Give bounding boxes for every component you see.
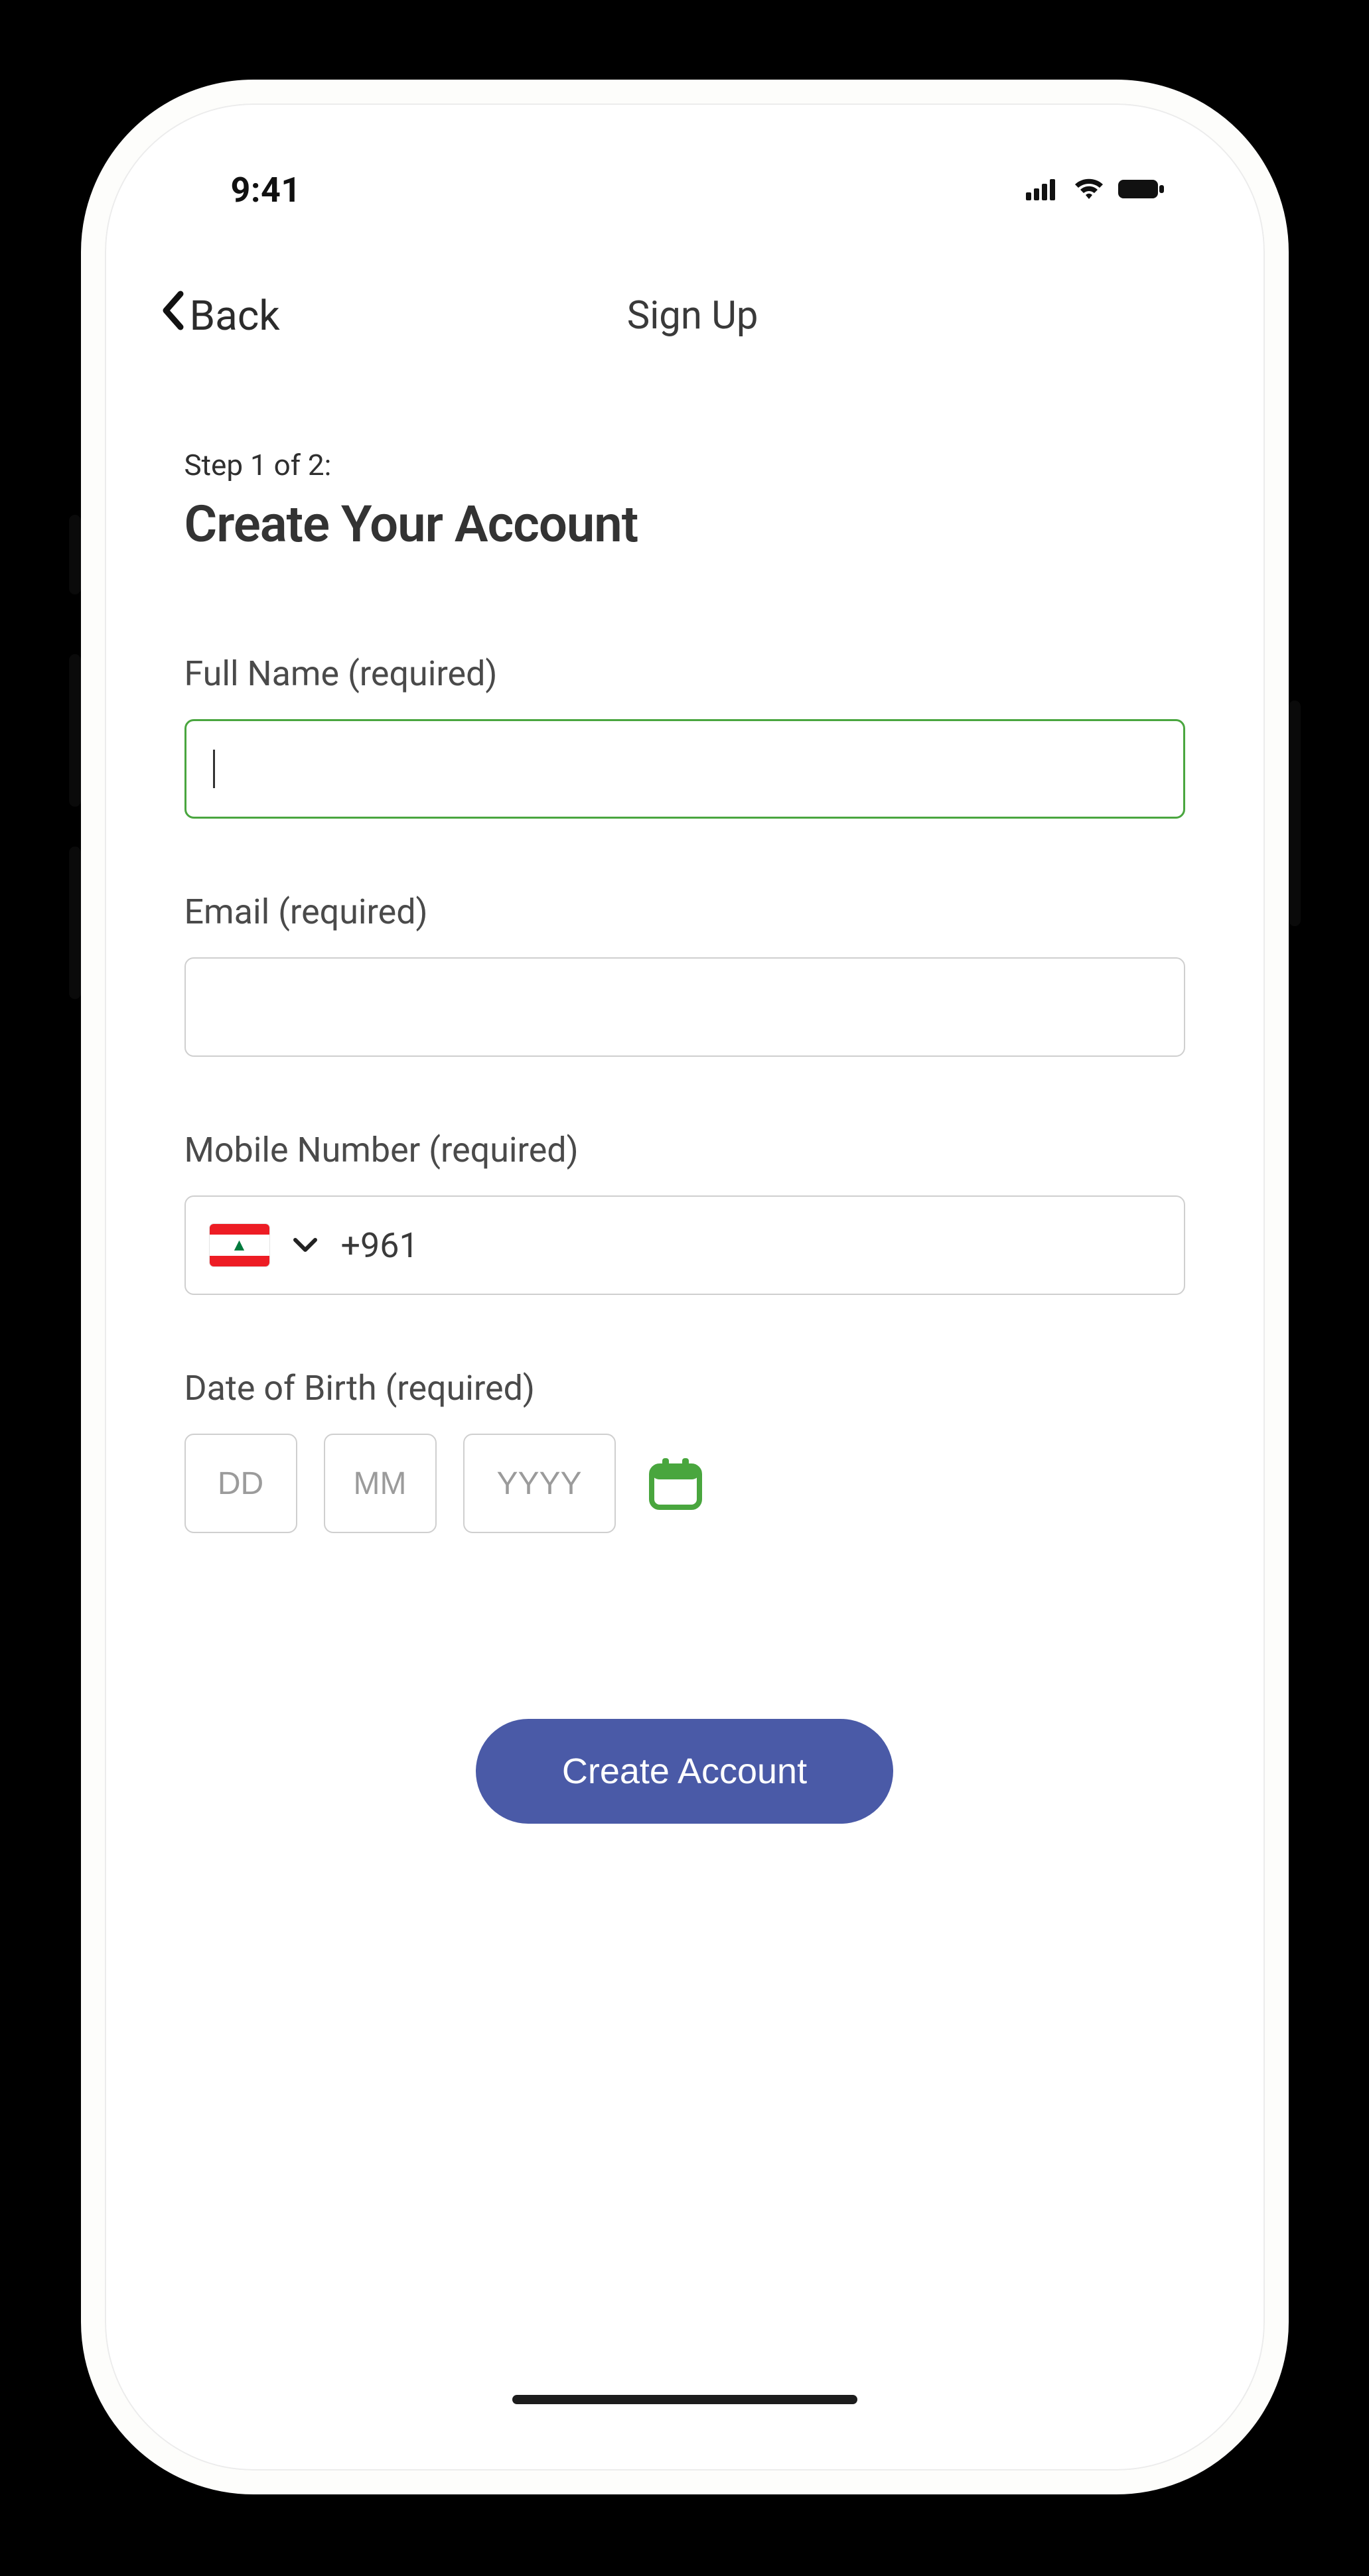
cta-wrap: Create Account <box>184 1719 1185 1824</box>
full-name-label: Full Name (required) <box>184 653 1185 694</box>
field-dob: Date of Birth (required) <box>184 1368 1185 1533</box>
nav-bar: Back Sign Up <box>158 290 1212 342</box>
chevron-down-icon[interactable] <box>292 1237 319 1254</box>
mobile-label: Mobile Number (required) <box>184 1130 1185 1170</box>
text-caret <box>213 750 215 788</box>
calendar-icon <box>644 1452 707 1515</box>
calendar-button[interactable] <box>642 1452 709 1515</box>
status-bar: 9:41 <box>158 143 1212 217</box>
home-indicator[interactable] <box>512 2395 857 2404</box>
email-input[interactable] <box>184 957 1185 1057</box>
battery-icon <box>1117 178 1165 203</box>
home-indicator-wrap <box>158 2262 1212 2417</box>
dial-code: +961 <box>341 1225 419 1266</box>
step-label: Step 1 of 2: <box>184 448 1185 482</box>
page-heading: Create Your Account <box>184 494 1185 554</box>
dob-year-input[interactable] <box>463 1434 616 1533</box>
mobile-input-row[interactable]: ▲ +961 <box>184 1195 1185 1295</box>
field-mobile: Mobile Number (required) ▲ +961 <box>184 1130 1185 1295</box>
content: Step 1 of 2: Create Your Account Full Na… <box>158 448 1212 2262</box>
dob-row <box>184 1434 1185 1533</box>
hardware-button <box>69 515 81 594</box>
flag-lebanon-icon: ▲ <box>210 1224 269 1266</box>
dob-day-input[interactable] <box>184 1434 297 1533</box>
nav-title: Sign Up <box>180 293 1205 338</box>
hardware-button <box>1289 701 1301 926</box>
wifi-icon <box>1072 177 1106 204</box>
full-name-input[interactable] <box>184 719 1185 819</box>
phone-frame: 9:41 <box>81 80 1289 2494</box>
dob-month-input[interactable] <box>324 1434 437 1533</box>
dob-label: Date of Birth (required) <box>184 1368 1185 1408</box>
status-time: 9:41 <box>231 170 301 210</box>
field-full-name: Full Name (required) <box>184 653 1185 819</box>
hardware-button <box>69 847 81 999</box>
cellular-icon <box>1026 178 1060 203</box>
field-email: Email (required) <box>184 892 1185 1057</box>
hardware-button <box>69 654 81 807</box>
status-icons <box>1026 177 1165 204</box>
create-account-button[interactable]: Create Account <box>476 1719 893 1824</box>
email-label: Email (required) <box>184 892 1185 932</box>
